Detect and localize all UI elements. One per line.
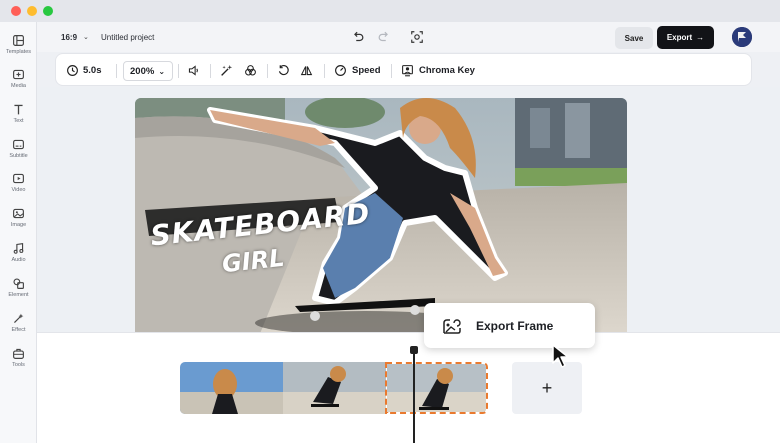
rotate-icon bbox=[278, 65, 289, 76]
rotate-button[interactable] bbox=[277, 54, 290, 87]
timeline-clip[interactable] bbox=[283, 362, 386, 414]
sidebar-item-tools[interactable]: Tools bbox=[0, 345, 37, 379]
sidebar-item-media[interactable]: Media bbox=[0, 66, 37, 100]
window-titlebar bbox=[0, 0, 780, 22]
chroma-key-button[interactable]: Chroma Key bbox=[401, 54, 475, 87]
chroma-key-icon bbox=[402, 65, 413, 77]
text-icon bbox=[14, 104, 23, 115]
sidebar-item-image[interactable]: Image bbox=[0, 205, 37, 239]
clip-thumbnail bbox=[387, 364, 486, 412]
export-button-label: Export bbox=[666, 33, 693, 42]
image-icon bbox=[13, 208, 24, 219]
zoom-select[interactable]: 200% ⌄ bbox=[123, 61, 173, 81]
sidebar-item-video[interactable]: Video bbox=[0, 170, 37, 204]
sidebar-item-label: Templates bbox=[5, 49, 32, 55]
plus-icon: + bbox=[541, 377, 553, 398]
chevron-down-icon[interactable]: ⌄ bbox=[83, 33, 89, 41]
zoom-value: 200% bbox=[130, 65, 155, 77]
sidebar-item-element[interactable]: Element bbox=[0, 275, 37, 309]
add-clip-button[interactable]: + bbox=[512, 362, 582, 414]
sidebar-item-label: Video bbox=[11, 187, 26, 193]
templates-icon bbox=[13, 35, 24, 46]
speed-button[interactable]: Speed bbox=[334, 54, 381, 87]
aspect-ratio-select[interactable]: 16:9 bbox=[61, 33, 77, 42]
sidebar-item-label: Subtitle bbox=[9, 153, 28, 159]
chroma-key-label: Chroma Key bbox=[419, 65, 475, 76]
clock-icon bbox=[67, 65, 78, 76]
sidebar-item-templates[interactable]: Templates bbox=[0, 32, 37, 66]
toolbar-divider bbox=[116, 64, 117, 78]
element-icon bbox=[13, 278, 24, 289]
export-button[interactable]: Export → bbox=[657, 26, 714, 49]
audio-icon bbox=[13, 242, 24, 254]
window-maximize-button[interactable] bbox=[43, 6, 53, 16]
chevron-down-icon: ⌄ bbox=[158, 66, 166, 76]
timeline-clip[interactable] bbox=[180, 362, 283, 414]
volume-button[interactable] bbox=[187, 54, 200, 87]
sidebar-item-label: Audio bbox=[11, 257, 26, 263]
user-avatar-icon bbox=[732, 27, 752, 47]
clip-thumbnail bbox=[283, 362, 386, 414]
image-export-icon bbox=[443, 318, 461, 334]
toolbar-divider bbox=[324, 64, 325, 78]
window-minimize-button[interactable] bbox=[27, 6, 37, 16]
undo-icon[interactable] bbox=[351, 30, 365, 44]
edit-toolbar: 5.0s 200% ⌄ Speed Chroma Key bbox=[55, 53, 752, 86]
speed-label: Speed bbox=[352, 65, 381, 76]
media-icon bbox=[13, 69, 24, 80]
clip-thumbnail bbox=[180, 362, 283, 414]
playhead-handle[interactable] bbox=[410, 346, 418, 354]
tools-icon bbox=[13, 348, 24, 359]
sidebar-item-effect[interactable]: Effect bbox=[0, 310, 37, 344]
sidebar-item-label: Element bbox=[8, 292, 29, 298]
flip-icon bbox=[300, 66, 313, 76]
video-icon bbox=[13, 173, 24, 184]
speedometer-icon bbox=[335, 65, 346, 76]
toolbar-divider bbox=[391, 64, 392, 78]
toolbar-divider bbox=[210, 64, 211, 78]
avatar[interactable] bbox=[732, 27, 752, 47]
effect-icon bbox=[14, 313, 24, 323]
playhead[interactable] bbox=[413, 346, 415, 443]
mouse-pointer-icon bbox=[552, 344, 569, 368]
speaker-icon bbox=[188, 65, 198, 76]
flip-button[interactable] bbox=[300, 54, 313, 87]
topbar: 16:9 ⌄ Untitled project Save Export → bbox=[37, 22, 780, 52]
window-close-button[interactable] bbox=[11, 6, 21, 16]
sidebar-item-label: Tools bbox=[12, 362, 25, 368]
duration-value: 5.0s bbox=[83, 65, 102, 76]
timeline-clip-selected[interactable] bbox=[385, 362, 488, 414]
export-frame-menu-item[interactable]: Export Frame bbox=[424, 303, 595, 348]
redo-icon[interactable] bbox=[377, 30, 391, 44]
sidebar-item-label: Text bbox=[13, 118, 24, 124]
toolbar-divider bbox=[178, 64, 179, 78]
sidebar-item-audio[interactable]: Audio bbox=[0, 240, 37, 274]
filters-button[interactable] bbox=[244, 54, 257, 87]
save-button[interactable]: Save bbox=[615, 27, 653, 49]
screenshot-icon[interactable] bbox=[410, 30, 424, 44]
sidebar-item-label: Media bbox=[11, 83, 26, 89]
subtitle-icon bbox=[13, 139, 24, 150]
magic-edit-button[interactable] bbox=[220, 54, 233, 87]
duration-control[interactable]: 5.0s bbox=[66, 54, 102, 87]
export-frame-label: Export Frame bbox=[476, 318, 554, 333]
sidebar-item-subtitle[interactable]: Subtitle bbox=[0, 136, 37, 170]
magic-wand-icon bbox=[221, 64, 233, 76]
filters-icon bbox=[245, 65, 256, 76]
save-button-label: Save bbox=[624, 33, 644, 43]
sidebar-item-label: Image bbox=[10, 222, 27, 228]
sidebar-item-text[interactable]: Text bbox=[0, 101, 37, 135]
project-name-field[interactable]: Untitled project bbox=[101, 33, 154, 42]
toolbar-divider bbox=[267, 64, 268, 78]
arrow-right-icon: → bbox=[696, 33, 705, 42]
sidebar: Templates Media Text Subtitle Video Imag… bbox=[0, 22, 37, 443]
sidebar-item-label: Effect bbox=[11, 327, 26, 333]
